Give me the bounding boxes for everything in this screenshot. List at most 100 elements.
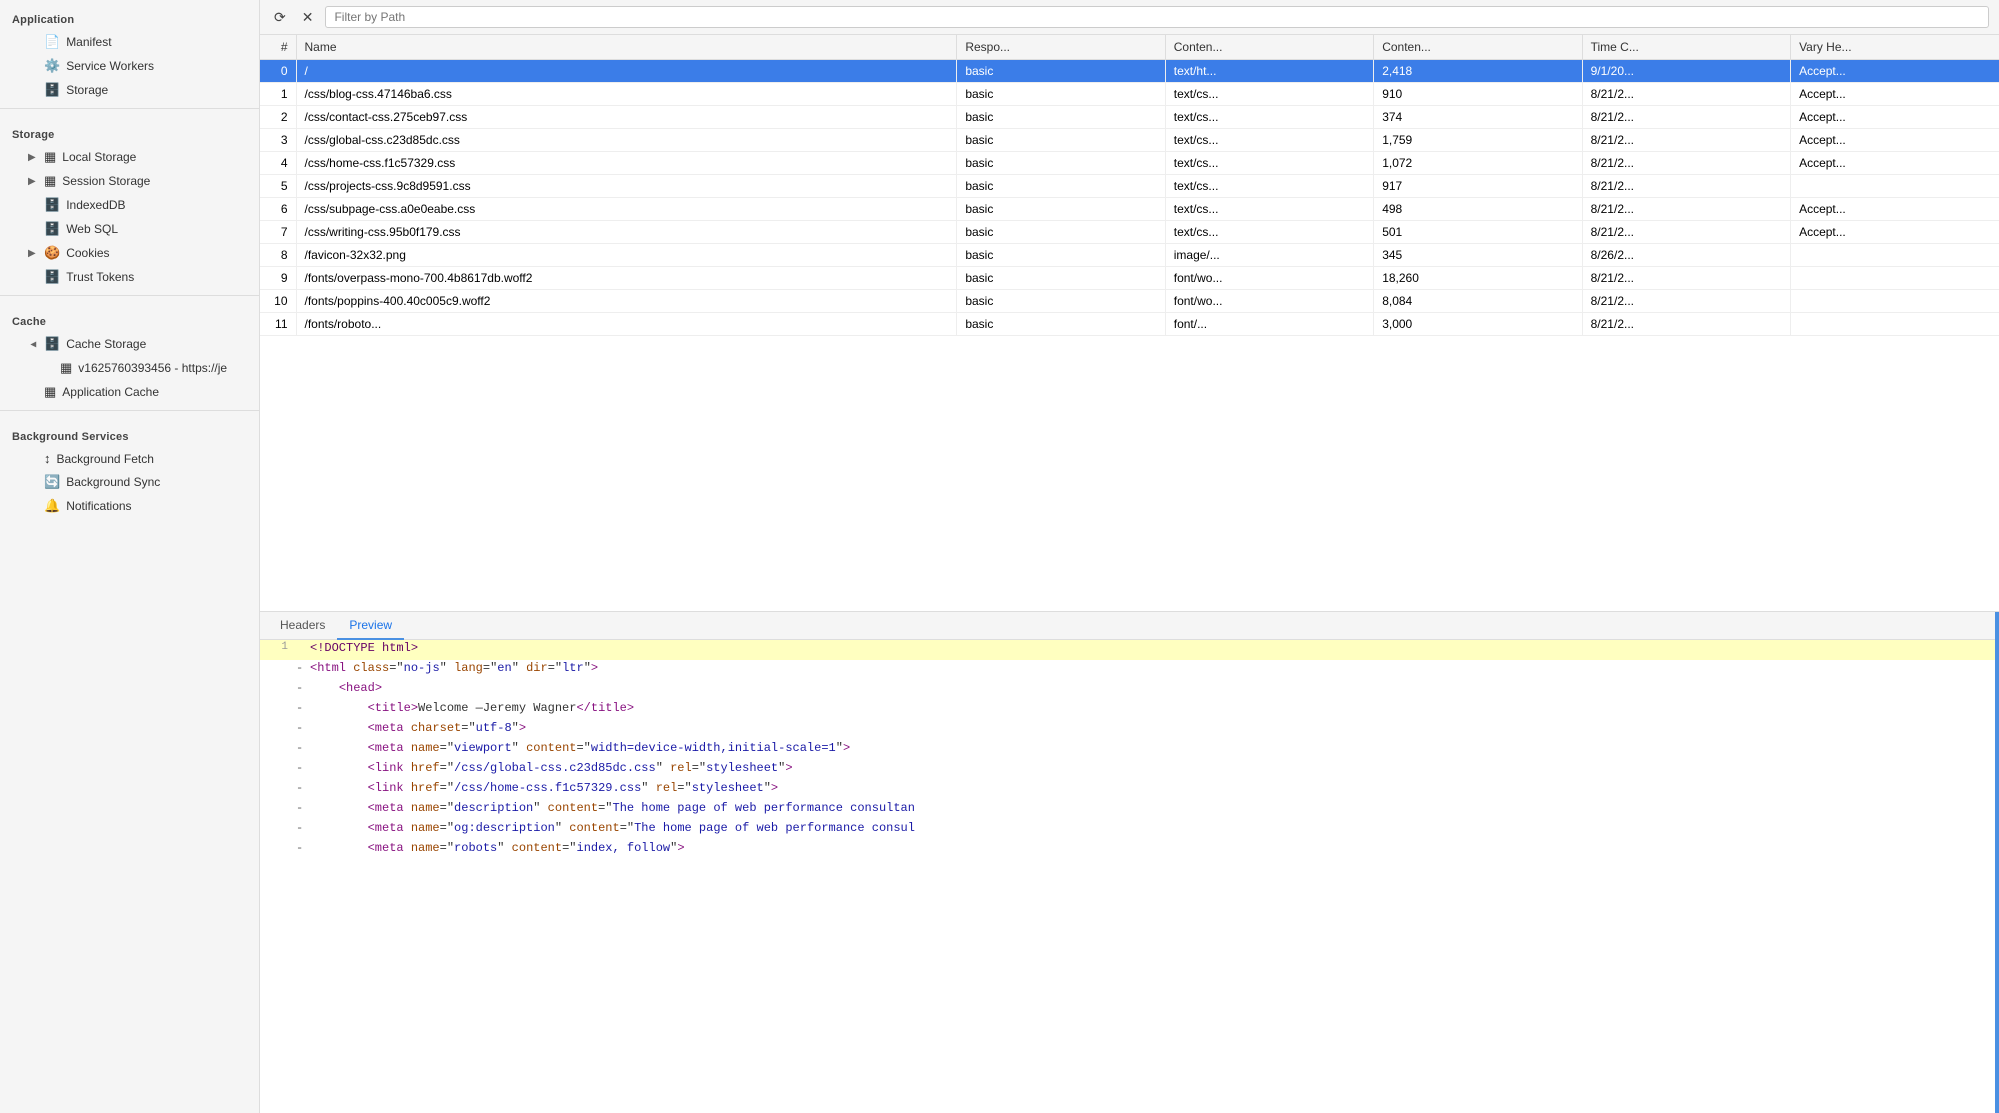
code-part-c-attr: rel bbox=[670, 761, 692, 775]
cell-11-3: font/... bbox=[1165, 313, 1373, 336]
filter-input[interactable] bbox=[325, 6, 1989, 28]
sidebar-item-bg-fetch[interactable]: ↕Background Fetch bbox=[0, 447, 259, 470]
sidebar-item-cookies[interactable]: ▶🍪Cookies bbox=[0, 241, 259, 265]
code-part-c-tag: <meta bbox=[368, 721, 404, 735]
sidebar-item-local-storage[interactable]: ▶▦Local Storage bbox=[0, 145, 259, 169]
col-header-5[interactable]: Time C... bbox=[1582, 35, 1790, 60]
cache-table-area: #NameRespo...Conten...Conten...Time C...… bbox=[260, 35, 1999, 612]
code-part-c-text: " bbox=[584, 661, 591, 675]
cookies-icon: 🍪 bbox=[44, 245, 60, 261]
code-part-c-text bbox=[310, 761, 368, 775]
sidebar-item-bg-sync[interactable]: 🔄Background Sync bbox=[0, 470, 259, 494]
cell-9-1: /fonts/overpass-mono-700.4b8617db.woff2 bbox=[296, 267, 957, 290]
code-part-c-val: description bbox=[454, 801, 533, 815]
cell-2-0: 2 bbox=[260, 106, 296, 129]
code-line-8: - <meta name="description" content="The … bbox=[260, 800, 1999, 820]
code-part-c-text: =" bbox=[440, 821, 454, 835]
line-content: <meta name="viewport" content="width=dev… bbox=[310, 741, 1999, 755]
code-part-c-tag: <link bbox=[368, 781, 404, 795]
code-line-3: - <title>Welcome —Jeremy Wagner</title> bbox=[260, 700, 1999, 720]
cell-1-5: 8/21/2... bbox=[1582, 83, 1790, 106]
table-row[interactable]: 6/css/subpage-css.a0e0eabe.cssbasictext/… bbox=[260, 198, 1999, 221]
cell-0-2: basic bbox=[957, 60, 1165, 83]
col-header-2[interactable]: Respo... bbox=[957, 35, 1165, 60]
scroll-accent bbox=[1995, 612, 1999, 1113]
line-content: <meta name="og:description" content="The… bbox=[310, 821, 1999, 835]
sidebar-item-cache-entry[interactable]: ▦v1625760393456 - https://je bbox=[0, 356, 259, 380]
table-row[interactable]: 8/favicon-32x32.pngbasicimage/...3458/26… bbox=[260, 244, 1999, 267]
sidebar-item-notifications[interactable]: 🔔Notifications bbox=[0, 494, 259, 518]
col-header-0[interactable]: # bbox=[260, 35, 296, 60]
table-row[interactable]: 9/fonts/overpass-mono-700.4b8617db.woff2… bbox=[260, 267, 1999, 290]
clear-button[interactable]: ✕ bbox=[298, 7, 318, 28]
sidebar-item-cache-storage[interactable]: ▼🗄️Cache Storage bbox=[0, 332, 259, 356]
table-row[interactable]: 7/css/writing-css.95b0f179.cssbasictext/… bbox=[260, 221, 1999, 244]
cell-3-3: text/cs... bbox=[1165, 129, 1373, 152]
sidebar-item-manifest[interactable]: 📄Manifest bbox=[0, 30, 259, 54]
code-line-4: - <meta charset="utf-8"> bbox=[260, 720, 1999, 740]
col-header-3[interactable]: Conten... bbox=[1165, 35, 1373, 60]
sidebar-item-session-storage[interactable]: ▶▦Session Storage bbox=[0, 169, 259, 193]
table-row[interactable]: 3/css/global-css.c23d85dc.cssbasictext/c… bbox=[260, 129, 1999, 152]
cell-5-0: 5 bbox=[260, 175, 296, 198]
code-line-2: - <head> bbox=[260, 680, 1999, 700]
sidebar-item-web-sql[interactable]: 🗄️Web SQL bbox=[0, 217, 259, 241]
table-row[interactable]: 2/css/contact-css.275ceb97.cssbasictext/… bbox=[260, 106, 1999, 129]
code-part-c-text: =" bbox=[440, 801, 454, 815]
cell-10-0: 10 bbox=[260, 290, 296, 313]
cell-7-0: 7 bbox=[260, 221, 296, 244]
cell-2-1: /css/contact-css.275ceb97.css bbox=[296, 106, 957, 129]
cell-0-1: / bbox=[296, 60, 957, 83]
cell-8-5: 8/26/2... bbox=[1582, 244, 1790, 267]
table-row[interactable]: 10/fonts/poppins-400.40c005c9.woff2basic… bbox=[260, 290, 1999, 313]
col-header-6[interactable]: Vary He... bbox=[1791, 35, 1999, 60]
code-part-c-attr: name bbox=[411, 841, 440, 855]
table-row[interactable]: 11/fonts/roboto...basicfont/...3,0008/21… bbox=[260, 313, 1999, 336]
sidebar-section-cache: Cache bbox=[0, 302, 259, 332]
code-part-c-text: =" bbox=[440, 781, 454, 795]
sidebar-item-indexeddb[interactable]: 🗄️IndexedDB bbox=[0, 193, 259, 217]
code-part-c-text: =" bbox=[598, 801, 612, 815]
cell-3-6: Accept... bbox=[1791, 129, 1999, 152]
col-header-4[interactable]: Conten... bbox=[1374, 35, 1582, 60]
refresh-button[interactable]: ⟳ bbox=[270, 7, 290, 28]
cache-entry-icon: ▦ bbox=[60, 360, 72, 376]
sidebar-item-service-workers[interactable]: ⚙️Service Workers bbox=[0, 54, 259, 78]
line-marker: - bbox=[296, 721, 310, 735]
cell-9-2: basic bbox=[957, 267, 1165, 290]
sidebar-divider bbox=[0, 295, 259, 296]
cell-9-3: font/wo... bbox=[1165, 267, 1373, 290]
code-part-c-text: Welcome —Jeremy Wagner bbox=[418, 701, 576, 715]
cell-1-2: basic bbox=[957, 83, 1165, 106]
code-part-c-text: =" bbox=[620, 821, 634, 835]
table-row[interactable]: 0/basictext/ht...2,4189/1/20...Accept... bbox=[260, 60, 1999, 83]
code-part-c-attr: dir bbox=[526, 661, 548, 675]
code-part-c-val: The home page of web performance consult… bbox=[613, 801, 915, 815]
table-row[interactable]: 5/css/projects-css.9c8d9591.cssbasictext… bbox=[260, 175, 1999, 198]
code-part-c-val: viewport bbox=[454, 741, 512, 755]
code-part-c-attr: content bbox=[569, 821, 619, 835]
line-marker: - bbox=[296, 701, 310, 715]
sidebar-item-storage[interactable]: 🗄️Storage bbox=[0, 78, 259, 102]
sidebar-section-background-services: Background Services bbox=[0, 417, 259, 447]
sidebar-item-trust-tokens[interactable]: 🗄️Trust Tokens bbox=[0, 265, 259, 289]
cell-4-0: 4 bbox=[260, 152, 296, 175]
tab-headers[interactable]: Headers bbox=[268, 612, 337, 640]
code-part-c-val: utf-8 bbox=[476, 721, 512, 735]
table-row[interactable]: 4/css/home-css.f1c57329.cssbasictext/cs.… bbox=[260, 152, 1999, 175]
app-cache-icon: ▦ bbox=[44, 384, 56, 400]
code-part-c-text bbox=[404, 801, 411, 815]
tab-preview[interactable]: Preview bbox=[337, 612, 404, 640]
code-part-c-text: " bbox=[555, 821, 569, 835]
col-header-1[interactable]: Name bbox=[296, 35, 957, 60]
code-part-c-text bbox=[310, 721, 368, 735]
cell-1-1: /css/blog-css.47146ba6.css bbox=[296, 83, 957, 106]
code-part-c-attr: name bbox=[411, 801, 440, 815]
table-row[interactable]: 1/css/blog-css.47146ba6.cssbasictext/cs.… bbox=[260, 83, 1999, 106]
expand-arrow-icon: ▶ bbox=[28, 176, 38, 187]
code-part-c-tag: </title> bbox=[576, 701, 634, 715]
detail-content: 1 <!DOCTYPE html>-<html class="no-js" la… bbox=[260, 640, 1999, 1113]
cell-10-5: 8/21/2... bbox=[1582, 290, 1790, 313]
sidebar-item-app-cache[interactable]: ▦Application Cache bbox=[0, 380, 259, 404]
code-part-c-tag: <title> bbox=[368, 701, 418, 715]
